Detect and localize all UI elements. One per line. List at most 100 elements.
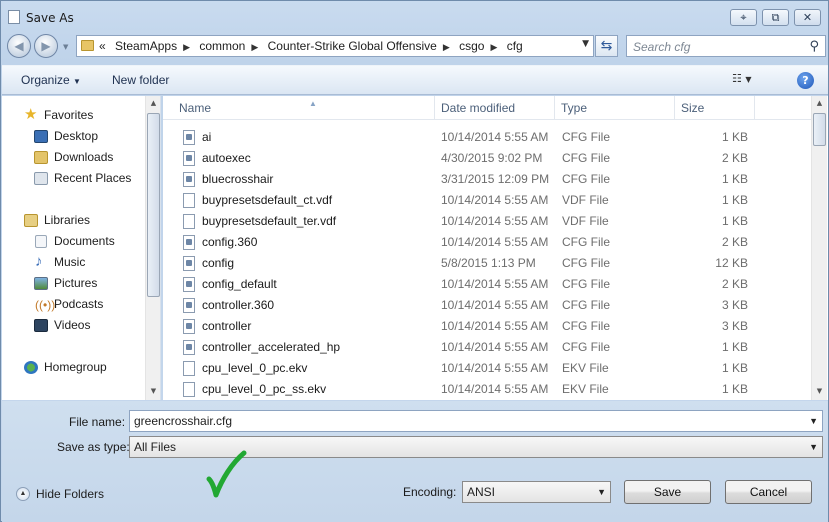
file-name: cpu_level_0_pc_ss.ekv xyxy=(202,382,327,396)
breadcrumb-separator-icon[interactable]: ▶ xyxy=(490,42,497,52)
file-size: 2 KB xyxy=(721,277,748,291)
file-name: controller.360 xyxy=(202,298,275,312)
sidebar-scrollbar[interactable]: ▲ ▼ xyxy=(145,96,160,400)
column-date-modified[interactable]: Date modified xyxy=(435,96,555,120)
breadcrumb-separator-icon[interactable]: ▶ xyxy=(183,42,190,52)
table-row[interactable]: bluecrosshair 3/31/2015 12:09 PM CFG File 1… xyxy=(163,169,811,190)
sort-ascending-icon: ▲ xyxy=(309,99,317,108)
table-row[interactable]: config 5/8/2015 1:13 PM CFG File 12 KB xyxy=(163,253,811,274)
sidebar-item-desktop[interactable]: Desktop xyxy=(2,126,147,146)
scroll-thumb[interactable] xyxy=(813,113,826,146)
back-button[interactable]: ◀ xyxy=(7,34,31,58)
scroll-up-icon[interactable]: ▲ xyxy=(812,96,827,111)
breadcrumb-item[interactable]: csgo xyxy=(459,39,484,53)
sidebar-item-podcasts[interactable]: ((•)) Podcasts xyxy=(2,294,147,314)
homegroup-icon xyxy=(24,361,38,374)
breadcrumb-item[interactable]: Counter-Strike Global Offensive xyxy=(268,39,437,53)
sidebar-item-downloads[interactable]: Downloads xyxy=(2,147,147,167)
table-row[interactable]: controller.360 10/14/2014 5:55 AM CFG File… xyxy=(163,295,811,316)
search-input[interactable]: Search cfg ⚲ xyxy=(626,35,826,57)
sidebar-item-label: Pictures xyxy=(54,276,98,290)
file-icon xyxy=(183,235,195,250)
window-title: Save As xyxy=(26,11,74,25)
navigation-pane: ★ Favorites Desktop Downloads Recent Pla… xyxy=(2,96,161,400)
sidebar-item-label: Podcasts xyxy=(54,297,104,311)
save-as-type-label: Save as type: xyxy=(57,440,130,454)
save-options-panel: File name: greencrosshair.cfg ▼ Save as … xyxy=(2,401,828,522)
column-type[interactable]: Type xyxy=(555,96,675,120)
address-bar[interactable]: « SteamApps ▶ common ▶ Counter-Strike Glob… xyxy=(76,35,594,57)
help-button[interactable]: ? xyxy=(797,72,814,89)
address-dropdown-icon[interactable]: ▼ xyxy=(582,39,589,49)
organize-label: Organize xyxy=(21,73,70,87)
encoding-select[interactable]: ANSI ▼ xyxy=(462,481,611,503)
scroll-thumb[interactable] xyxy=(147,113,160,297)
file-icon xyxy=(183,130,195,145)
table-row[interactable]: autoexec 4/30/2015 9:02 PM CFG File 2 KB xyxy=(163,148,811,169)
forward-button[interactable]: ▶ xyxy=(34,34,58,58)
table-row[interactable]: cpu_level_0_pc_ss.ekv 10/14/2014 5:55 AM E… xyxy=(163,379,811,400)
file-type: EKV File xyxy=(562,382,609,396)
sidebar-item-label: Desktop xyxy=(54,129,99,143)
file-name: controller xyxy=(202,319,252,333)
file-name: buypresetsdefault_ct.vdf xyxy=(202,193,333,207)
file-type: EKV File xyxy=(562,361,609,375)
breadcrumb-item[interactable]: common xyxy=(199,39,245,53)
scroll-down-icon[interactable]: ▼ xyxy=(812,384,827,399)
sidebar-item-homegroup[interactable]: Homegroup xyxy=(2,357,147,377)
file-size: 12 KB xyxy=(715,256,748,270)
chevron-down-icon[interactable]: ▼ xyxy=(809,411,818,431)
recent-locations-dropdown[interactable]: ▼ xyxy=(63,43,68,51)
organize-menu[interactable]: Organize ▼ xyxy=(21,73,81,87)
sidebar-item-documents[interactable]: Documents xyxy=(2,231,147,251)
sidebar-item-libraries[interactable]: Libraries xyxy=(2,210,147,230)
sidebar-item-pictures[interactable]: Pictures xyxy=(2,273,147,293)
breadcrumb-item[interactable]: SteamApps xyxy=(115,39,177,53)
scroll-down-icon[interactable]: ▼ xyxy=(146,384,160,399)
file-list-scrollbar[interactable]: ▲ ▼ xyxy=(811,96,827,400)
breadcrumb-overflow[interactable]: « xyxy=(99,39,106,53)
notepad-icon xyxy=(8,10,20,24)
file-icon xyxy=(183,193,195,208)
help-context-button[interactable]: ⌖ xyxy=(730,9,757,26)
restore-icon: ⧉ xyxy=(771,11,780,24)
file-date: 10/14/2014 5:55 AM xyxy=(441,130,549,144)
file-type: CFG File xyxy=(562,151,610,165)
sidebar-item-videos[interactable]: Videos xyxy=(2,315,147,335)
save-button[interactable]: Save xyxy=(624,480,711,504)
search-icon[interactable]: ⚲ xyxy=(809,39,819,54)
sidebar-item-label: Music xyxy=(54,255,86,269)
table-row[interactable]: cpu_level_0_pc.ekv 10/14/2014 5:55 AM EKV … xyxy=(163,358,811,379)
file-icon xyxy=(183,172,195,187)
breadcrumb-item[interactable]: cfg xyxy=(507,39,523,53)
folder-icon xyxy=(81,40,94,51)
table-row[interactable]: buypresetsdefault_ct.vdf 10/14/2014 5:55 … xyxy=(163,190,811,211)
file-icon xyxy=(183,151,195,166)
scroll-up-icon[interactable]: ▲ xyxy=(146,96,160,111)
new-folder-button[interactable]: New folder xyxy=(112,73,169,87)
column-name[interactable]: Name ▲ xyxy=(173,96,435,120)
file-date: 10/14/2014 5:55 AM xyxy=(441,214,549,228)
table-row[interactable]: controller 10/14/2014 5:55 AM CFG File 3 KB xyxy=(163,316,811,337)
breadcrumb-separator-icon[interactable]: ▶ xyxy=(443,42,450,52)
refresh-button[interactable]: ⇆ xyxy=(595,35,618,57)
file-type: CFG File xyxy=(562,235,610,249)
file-type: CFG File xyxy=(562,277,610,291)
file-icon xyxy=(183,319,195,334)
sidebar-item-music[interactable]: ♪ Music xyxy=(2,252,147,272)
table-row[interactable]: config_default 10/14/2014 5:55 AM CFG File… xyxy=(163,274,811,295)
sidebar-item-favorites[interactable]: ★ Favorites xyxy=(2,105,147,125)
change-view-button[interactable]: ☷ ▼ xyxy=(732,72,776,90)
column-size[interactable]: Size xyxy=(675,96,755,120)
table-row[interactable]: buypresetsdefault_ter.vdf 10/14/2014 5:55… xyxy=(163,211,811,232)
breadcrumb-separator-icon[interactable]: ▶ xyxy=(251,42,258,52)
table-row[interactable]: controller_accelerated_hp 10/14/2014 5:55… xyxy=(163,337,811,358)
table-row[interactable]: config.360 10/14/2014 5:55 AM CFG File 2 KB xyxy=(163,232,811,253)
close-button[interactable]: ✕ xyxy=(794,9,821,26)
close-icon: ✕ xyxy=(802,11,813,24)
restore-button[interactable]: ⧉ xyxy=(762,9,789,26)
cancel-button[interactable]: Cancel xyxy=(725,480,812,504)
file-name-field[interactable]: greencrosshair.cfg ▼ xyxy=(129,410,823,432)
table-row[interactable]: ai 10/14/2014 5:55 AM CFG File 1 KB xyxy=(163,127,811,148)
sidebar-item-recent-places[interactable]: Recent Places xyxy=(2,168,147,188)
